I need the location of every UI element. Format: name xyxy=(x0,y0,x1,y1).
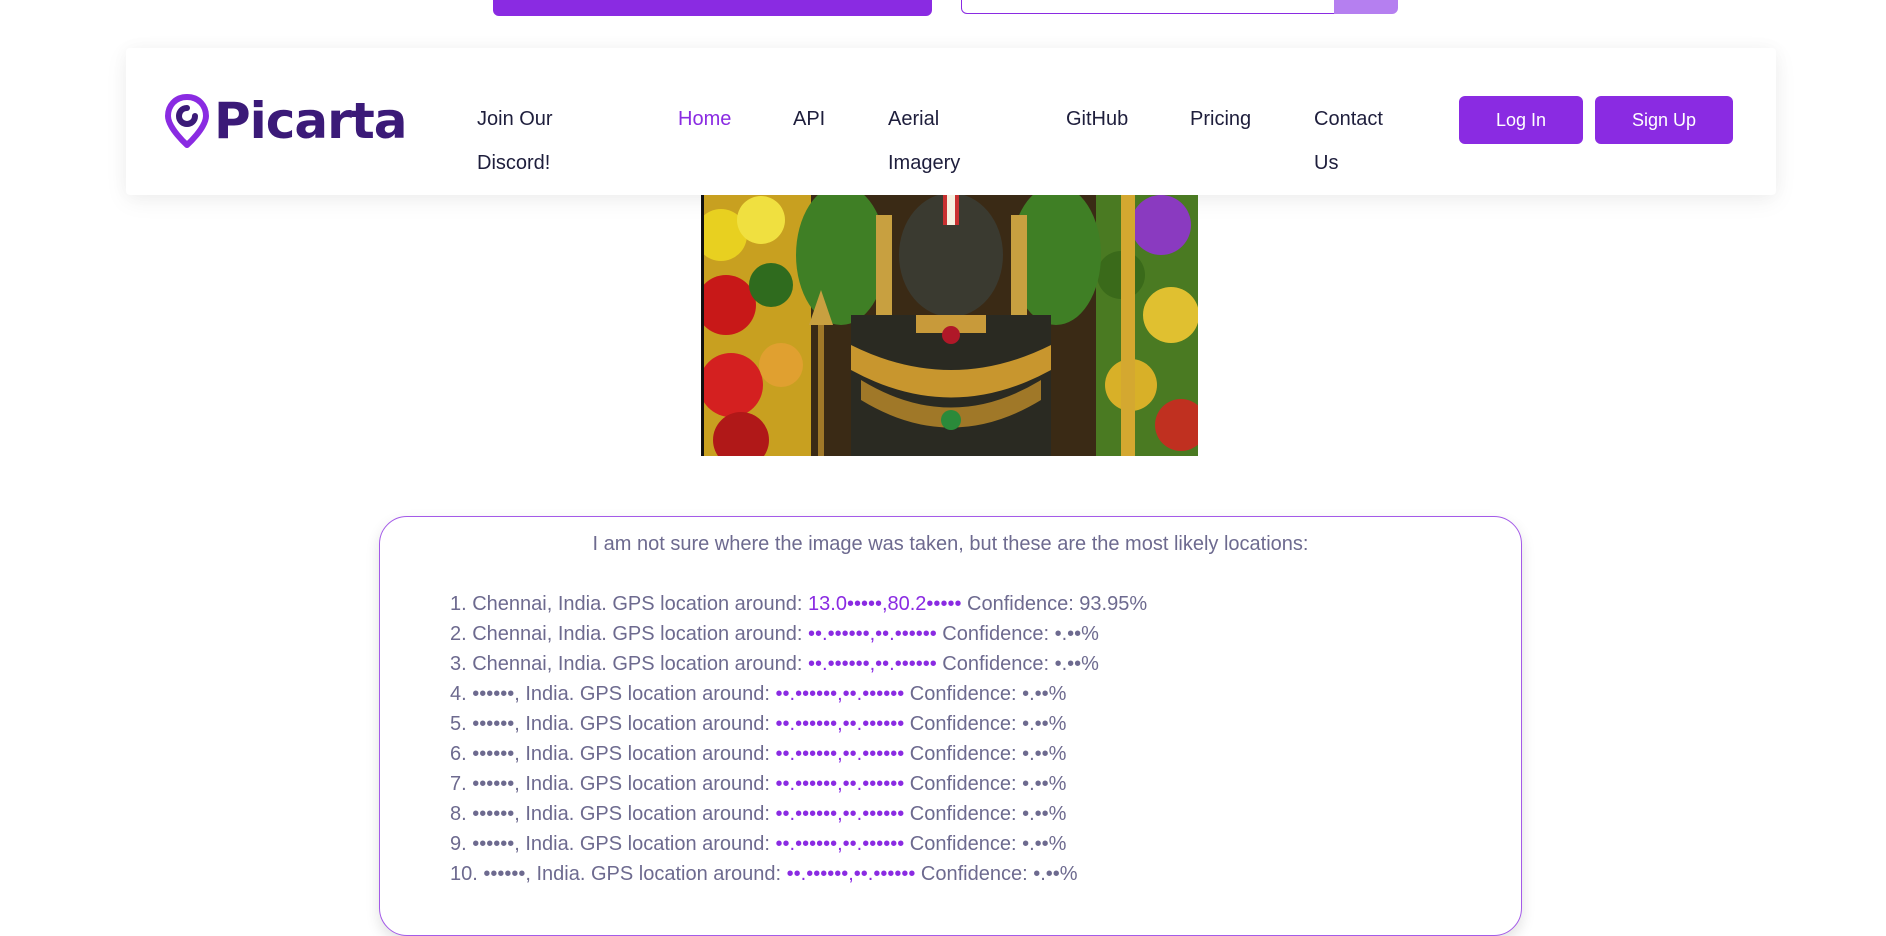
list-item: 2. Chennai, India. GPS location around: … xyxy=(450,619,1147,649)
gps-coordinates[interactable]: ••.••••••,••.•••••• xyxy=(808,653,937,675)
upload-controls xyxy=(0,0,1886,20)
nav-join-discord[interactable]: Join Our Discord! xyxy=(477,97,553,185)
gps-coordinates[interactable]: ••.••••••,••.•••••• xyxy=(787,863,916,885)
nav-pricing[interactable]: Pricing xyxy=(1190,97,1251,141)
location-text: 10. ••••••, India. GPS location around: xyxy=(450,863,787,885)
login-button[interactable]: Log In xyxy=(1459,96,1583,144)
list-item: 4. ••••••, India. GPS location around: •… xyxy=(450,679,1147,709)
confidence-text: Confidence: •.••% xyxy=(936,623,1099,645)
gps-coordinates[interactable]: ••.••••••,••.•••••• xyxy=(776,803,905,825)
nav-aerial-line1: Aerial xyxy=(888,108,940,130)
gps-coordinates[interactable]: ••.••••••,••.•••••• xyxy=(776,773,905,795)
results-panel: I am not sure where the image was taken,… xyxy=(379,516,1522,936)
confidence-text: Confidence: •.••% xyxy=(904,803,1067,825)
list-item: 10. ••••••, India. GPS location around: … xyxy=(450,859,1147,889)
list-item: 8. ••••••, India. GPS location around: •… xyxy=(450,799,1147,829)
signup-button[interactable]: Sign Up xyxy=(1595,96,1733,144)
confidence-text: Confidence: •.••% xyxy=(904,833,1067,855)
location-text: 7. ••••••, India. GPS location around: xyxy=(450,773,776,795)
photo-illustration xyxy=(701,195,1198,456)
confidence-text: Confidence: •.••% xyxy=(936,653,1099,675)
url-input[interactable] xyxy=(961,0,1335,14)
brand-name: Picarta xyxy=(214,92,407,150)
nav-home-label: Home xyxy=(678,108,732,130)
nav-aerial-line2: Imagery xyxy=(888,152,961,174)
confidence-text: Confidence: 93.95% xyxy=(961,593,1148,615)
list-item: 9. ••••••, India. GPS location around: •… xyxy=(450,829,1147,859)
nav-contact-line2: Us xyxy=(1314,152,1339,174)
location-text: 2. Chennai, India. GPS location around: xyxy=(450,623,809,645)
gps-coordinates[interactable]: ••.••••••,••.•••••• xyxy=(808,623,937,645)
upload-button[interactable] xyxy=(493,0,932,16)
nav-aerial-imagery[interactable]: Aerial Imagery xyxy=(888,97,960,185)
results-intro-text: I am not sure where the image was taken,… xyxy=(592,533,1309,555)
gps-coordinates[interactable]: ••.••••••,••.•••••• xyxy=(776,743,905,765)
nav-contact-line1: Contact xyxy=(1314,108,1383,130)
results-list: 1. Chennai, India. GPS location around: … xyxy=(450,589,1147,889)
list-item: 5. ••••••, India. GPS location around: •… xyxy=(450,709,1147,739)
location-text: 6. ••••••, India. GPS location around: xyxy=(450,743,776,765)
location-text: 4. ••••••, India. GPS location around: xyxy=(450,683,776,705)
nav-home[interactable]: Home xyxy=(678,97,731,141)
navbar: Picarta Join Our Discord! Home API Aeria… xyxy=(126,48,1776,195)
url-submit-button[interactable] xyxy=(1334,0,1398,14)
nav-pricing-label: Pricing xyxy=(1190,108,1252,130)
nav-github[interactable]: GitHub xyxy=(1066,97,1128,141)
nav-github-label: GitHub xyxy=(1066,108,1129,130)
list-item: 6. ••••••, India. GPS location around: •… xyxy=(450,739,1147,769)
map-pin-logo-icon xyxy=(165,94,209,148)
location-text: 1. Chennai, India. GPS location around: xyxy=(450,593,809,615)
list-item: 1. Chennai, India. GPS location around: … xyxy=(450,589,1147,619)
nav-api[interactable]: API xyxy=(793,97,825,141)
uploaded-photo xyxy=(701,195,1198,456)
nav-contact-us[interactable]: Contact Us xyxy=(1314,97,1383,185)
gps-coordinates[interactable]: 13.0•••••,80.2••••• xyxy=(808,593,961,615)
location-text: 8. ••••••, India. GPS location around: xyxy=(450,803,776,825)
confidence-text: Confidence: •.••% xyxy=(915,863,1078,885)
gps-coordinates[interactable]: ••.••••••,••.•••••• xyxy=(776,713,905,735)
confidence-text: Confidence: •.••% xyxy=(904,713,1067,735)
confidence-text: Confidence: •.••% xyxy=(904,683,1067,705)
confidence-text: Confidence: •.••% xyxy=(904,773,1067,795)
list-item: 7. ••••••, India. GPS location around: •… xyxy=(450,769,1147,799)
nav-api-label: API xyxy=(793,108,826,130)
location-text: 9. ••••••, India. GPS location around: xyxy=(450,833,776,855)
gps-coordinates[interactable]: ••.••••••,••.•••••• xyxy=(776,833,905,855)
nav-join-discord-line1: Join Our xyxy=(477,108,553,130)
gps-coordinates[interactable]: ••.••••••,••.•••••• xyxy=(776,683,905,705)
location-text: 5. ••••••, India. GPS location around: xyxy=(450,713,776,735)
confidence-text: Confidence: •.••% xyxy=(904,743,1067,765)
location-text: 3. Chennai, India. GPS location around: xyxy=(450,653,809,675)
nav-join-discord-line2: Discord! xyxy=(477,152,551,174)
logo[interactable]: Picarta xyxy=(164,92,407,150)
list-item: 3. Chennai, India. GPS location around: … xyxy=(450,649,1147,679)
